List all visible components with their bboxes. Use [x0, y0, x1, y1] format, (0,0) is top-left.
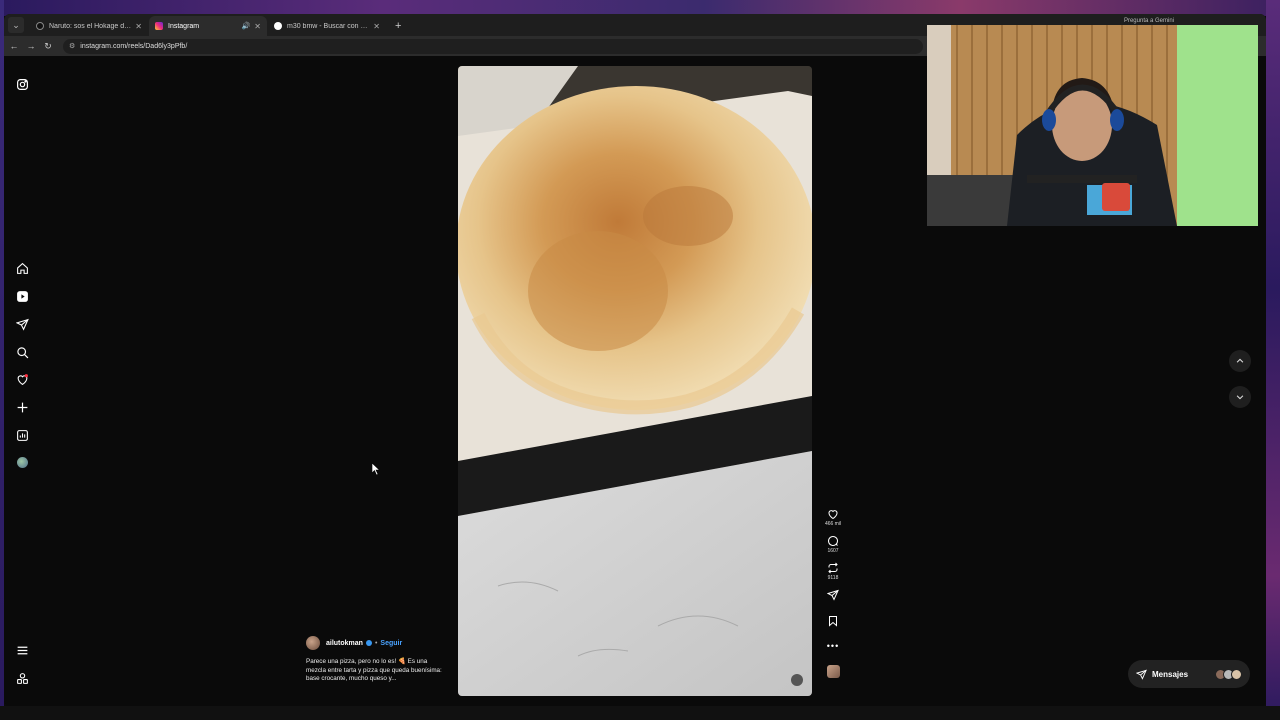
- mouse-cursor-icon: [371, 462, 381, 480]
- url-field[interactable]: ⚙ instagram.com/reels/Dad6ly3pPfb/: [63, 38, 923, 54]
- tab-naruto[interactable]: Naruto: sos el Hokage del stre... ✕: [30, 16, 148, 36]
- messages-label: Mensajes: [1152, 669, 1189, 679]
- google-favicon-icon: [274, 22, 282, 30]
- reel-caption: ailutokman • Seguir Parece una pizza, pe…: [306, 636, 446, 684]
- share-button[interactable]: [827, 589, 839, 601]
- follow-button[interactable]: Seguir: [380, 640, 402, 647]
- like-count: 466 mil: [824, 521, 842, 527]
- close-tab-icon[interactable]: ✕: [373, 22, 380, 31]
- heart-icon: [828, 510, 838, 520]
- gemini-button[interactable]: Pregunta a Gemini: [1124, 18, 1174, 24]
- messages-button[interactable]: Mensajes: [1128, 660, 1250, 688]
- close-tab-icon[interactable]: ✕: [135, 22, 142, 31]
- comment-button[interactable]: 1607: [827, 535, 839, 554]
- tab-favicon-icon: [36, 22, 44, 30]
- close-tab-icon[interactable]: ✕: [254, 22, 261, 31]
- instagram-favicon-icon: [155, 22, 163, 30]
- direct-icon: [1136, 669, 1147, 680]
- tab-instagram[interactable]: Instagram 🔊 ✕: [149, 16, 267, 36]
- like-button[interactable]: 466 mil: [825, 508, 841, 527]
- next-reel-button[interactable]: [1229, 386, 1251, 408]
- author-username[interactable]: ailutokman: [326, 640, 363, 647]
- search-icon[interactable]: [14, 344, 30, 360]
- comment-count: 1607: [827, 548, 839, 554]
- verified-badge-icon: [365, 640, 372, 646]
- save-button[interactable]: [827, 615, 839, 627]
- notifications-heart-icon[interactable]: [14, 371, 30, 387]
- more-dots-icon: •••: [826, 641, 840, 651]
- more-menu-icon[interactable]: [14, 642, 30, 658]
- tab-title: m30 bmw - Buscar con Google: [287, 22, 369, 30]
- audio-playing-icon[interactable]: 🔊: [242, 22, 251, 30]
- caption-text[interactable]: Parece una pizza, pero no lo es! 🍕 Es un…: [306, 658, 446, 684]
- repost-button[interactable]: 9118: [827, 562, 839, 581]
- also-from-meta-icon[interactable]: [14, 670, 30, 686]
- direct-icon[interactable]: [14, 316, 30, 332]
- desktop-wallpaper-right: [1266, 0, 1280, 720]
- streamer-webcam-overlay: [927, 25, 1258, 226]
- create-plus-icon[interactable]: [14, 399, 30, 415]
- tab-title: Instagram: [168, 22, 200, 30]
- reel-video-frame: [458, 66, 812, 696]
- reload-icon[interactable]: ↻: [41, 41, 55, 52]
- dashboard-icon[interactable]: [14, 427, 30, 443]
- repost-icon: [828, 562, 838, 574]
- tab-title: Naruto: sos el Hokage del stre...: [49, 22, 131, 30]
- instagram-logo-icon[interactable]: [14, 76, 30, 92]
- tab-google-search[interactable]: m30 bmw - Buscar con Google ✕: [268, 16, 386, 36]
- reel-actions: 466 mil 1607 9118 •••: [820, 508, 846, 686]
- repost-count: 9118: [827, 575, 839, 581]
- reel-author: ailutokman • Seguir: [306, 636, 446, 650]
- url-text: instagram.com/reels/Dad6ly3pPfb/: [80, 42, 188, 50]
- home-icon[interactable]: [14, 260, 30, 276]
- reels-icon[interactable]: [14, 288, 30, 304]
- site-info-icon[interactable]: ⚙: [69, 42, 75, 50]
- audio-thumbnail[interactable]: [826, 665, 840, 678]
- new-tab-button[interactable]: +: [395, 20, 401, 32]
- taskbar: [0, 706, 1280, 720]
- avatar: [1231, 668, 1242, 680]
- previous-reel-button[interactable]: [1229, 350, 1251, 372]
- reel-video[interactable]: [458, 66, 812, 696]
- left-nav: [4, 56, 40, 706]
- webcam-image: [927, 25, 1258, 226]
- forward-icon[interactable]: →: [24, 41, 38, 51]
- profile-avatar-icon[interactable]: [14, 454, 30, 470]
- audio-thumbnail-image: [826, 665, 840, 678]
- separator-dot: •: [374, 639, 378, 647]
- message-avatars: [1215, 668, 1242, 680]
- tab-search-chevron-icon[interactable]: ⌄: [8, 17, 24, 33]
- chevron-up-icon: [1236, 358, 1244, 363]
- comment-icon: [828, 536, 839, 547]
- back-icon[interactable]: ←: [7, 41, 21, 51]
- share-icon: [827, 589, 839, 601]
- more-options-button[interactable]: •••: [827, 641, 839, 651]
- author-avatar[interactable]: [306, 636, 320, 650]
- chevron-down-icon: [1236, 395, 1244, 400]
- bookmark-icon: [829, 616, 837, 627]
